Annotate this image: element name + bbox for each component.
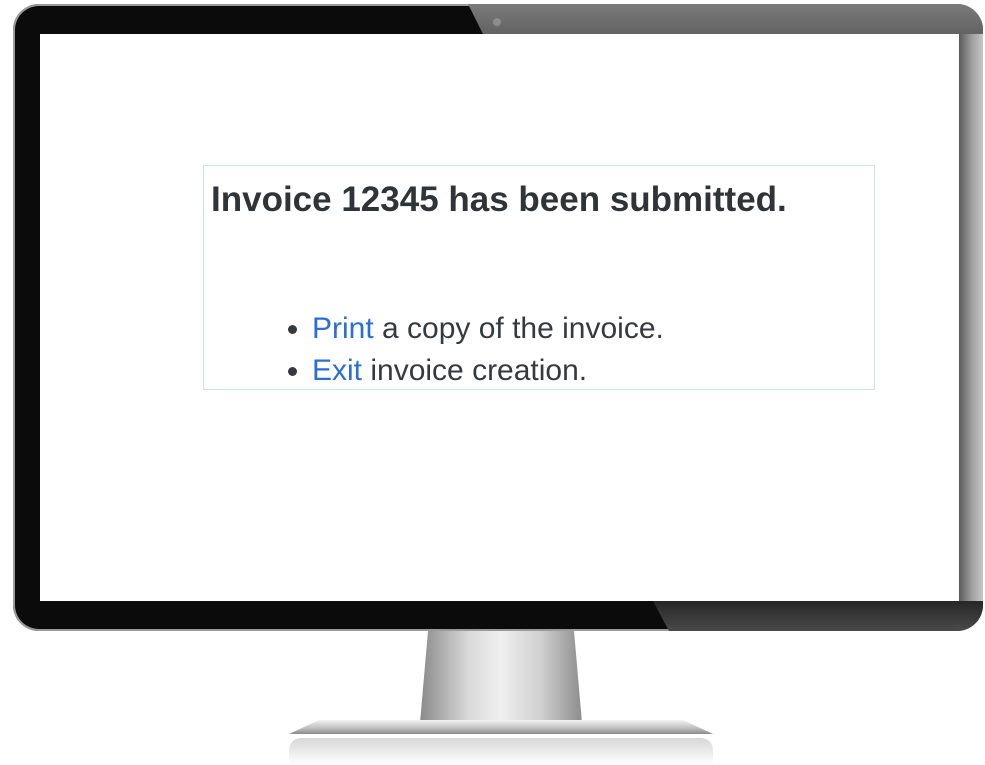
next-steps-list: Print a copy of the invoice. Exit invoic… — [264, 308, 664, 392]
exit-link[interactable]: Exit — [312, 354, 362, 387]
print-item-text: a copy of the invoice. — [373, 312, 664, 345]
monitor-stand-neck — [420, 631, 582, 723]
monitor-base-reflection — [289, 738, 713, 765]
monitor-bezel: Invoice 12345 has been submitted. Print … — [13, 4, 983, 631]
list-item-exit: Exit invoice creation. — [312, 350, 664, 392]
print-link[interactable]: Print — [312, 312, 374, 345]
bezel-reflection-bottom — [653, 601, 983, 631]
exit-item-text: invoice creation. — [362, 354, 588, 387]
monitor-mockup: Invoice 12345 has been submitted. Print … — [0, 0, 985, 765]
camera-icon — [493, 18, 501, 26]
monitor-stand-base — [289, 720, 713, 734]
confirmation-title: Invoice 12345 has been submitted. — [211, 180, 787, 219]
list-item-print: Print a copy of the invoice. — [312, 308, 664, 350]
confirmation-panel: Invoice 12345 has been submitted. Print … — [203, 165, 875, 390]
monitor-screen: Invoice 12345 has been submitted. Print … — [40, 34, 959, 601]
